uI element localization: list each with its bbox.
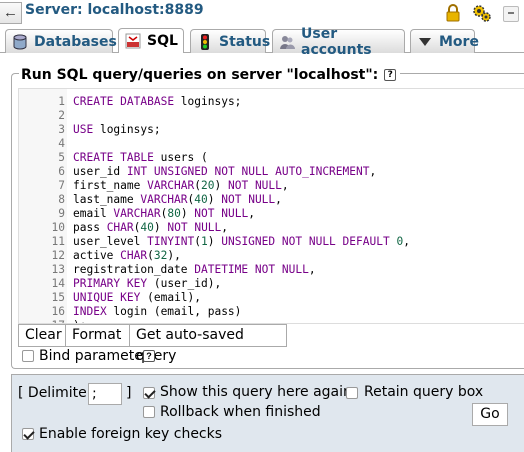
clear-button[interactable]: Clear (18, 324, 66, 347)
code-line: 6 user_id INT UNSIGNED NOT NULL AUTO_INCR… (19, 165, 524, 179)
tab-user-accounts-label: User accounts (301, 25, 372, 58)
code-text: UNIQUE KEY (email), (73, 291, 202, 304)
tab-status[interactable]: Status (190, 29, 270, 53)
tab-sql[interactable]: SQL (118, 28, 184, 53)
code-line: 10 pass CHAR(40) NOT NULL, (19, 221, 524, 235)
retain-query-box-checkbox[interactable] (346, 387, 358, 399)
code-line: 13 registration_date DATETIME NOT NULL, (19, 263, 524, 277)
database-icon (13, 34, 27, 49)
line-number: 3 (58, 123, 65, 136)
line-number: 14 (51, 277, 65, 290)
line-number: 11 (51, 235, 65, 248)
users-icon (280, 35, 295, 49)
main-tabs: Databases SQL Status User accounts More (0, 26, 524, 58)
tab-more-label: More (439, 33, 479, 50)
code-text: user_level TINYINT(1) UNSIGNED NOT NULL … (73, 235, 410, 248)
retain-query-box-label[interactable]: Retain query box (364, 384, 483, 400)
tab-sql-label: SQL (147, 33, 178, 49)
query-fieldset-legend: Run SQL query/queries on server "localho… (19, 66, 401, 84)
lock-icon[interactable] (446, 4, 460, 22)
editor-button-row: Clear Format Get auto-saved query (18, 324, 287, 364)
line-number: 10 (51, 221, 65, 234)
sql-icon (125, 33, 141, 49)
code-line: 16 INDEX login (email, pass) (19, 305, 524, 319)
help-icon[interactable]: ? (384, 69, 397, 81)
line-number: 9 (58, 207, 65, 220)
triangle-down-icon (419, 37, 431, 46)
server-breadcrumb-bar: ← Server: localhost:8889 (0, 0, 524, 27)
show-query-checkbox[interactable] (143, 387, 155, 399)
code-line: 7 first_name VARCHAR(20) NOT NULL, (19, 179, 524, 193)
delimiter-label: [ Delimiter (18, 385, 93, 401)
code-text: registration_date DATETIME NOT NULL, (73, 263, 316, 276)
code-text: user_id INT UNSIGNED NOT NULL AUTO_INCRE… (73, 165, 377, 178)
back-button[interactable]: ← (0, 2, 22, 24)
code-line: 3 USE loginsys; (19, 123, 524, 137)
code-text: USE loginsys; (73, 123, 161, 136)
code-text: last_name VARCHAR(40) NOT NULL, (73, 193, 282, 206)
query-legend-text: Run SQL query/queries on server "localho… (21, 67, 379, 83)
delimiter-bracket-close: ] (126, 385, 132, 401)
hide-toggle-icon[interactable] (503, 6, 519, 22)
code-line: 9 email VARCHAR(80) NOT NULL, (19, 207, 524, 221)
line-number: 16 (51, 305, 65, 318)
code-text: first_name VARCHAR(20) NOT NULL, (73, 179, 289, 192)
bind-parameters-checkbox[interactable] (22, 350, 34, 362)
bind-parameters-help-icon[interactable]: ? (143, 350, 155, 362)
code-line: 1 CREATE DATABASE loginsys; (19, 95, 524, 109)
sql-editor[interactable]: 1 CREATE DATABASE loginsys; 2 3 USE loginsys… (18, 88, 524, 324)
tab-status-label: Status (219, 33, 271, 50)
foreign-key-checks-checkbox[interactable] (22, 428, 34, 440)
code-line: 12 active CHAR(32), (19, 249, 524, 263)
line-number: 8 (58, 193, 65, 206)
code-text: INDEX login (email, pass) (73, 305, 242, 318)
tab-databases[interactable]: Databases (5, 29, 117, 53)
line-number: 2 (58, 109, 65, 122)
code-line: 5 CREATE TABLE users ( (19, 151, 524, 165)
tab-more[interactable]: More (410, 29, 479, 53)
line-number: 4 (58, 137, 65, 150)
code-text: pass CHAR(40) NOT NULL, (73, 221, 229, 234)
line-number: 15 (51, 291, 65, 304)
code-text: active CHAR(32), (73, 249, 181, 262)
tab-databases-label: Databases (34, 33, 117, 50)
line-number: 5 (58, 151, 65, 164)
line-number: 12 (51, 249, 65, 262)
bind-parameters-label[interactable]: Bind parameters (39, 348, 156, 364)
line-number: 13 (51, 263, 65, 276)
code-line: 15 UNIQUE KEY (email), (19, 291, 524, 305)
traffic-light-icon (201, 33, 209, 50)
code-line: 11 user_level TINYINT(1) UNSIGNED NOT NUL… (19, 235, 524, 249)
delimiter-input[interactable]: ; (88, 383, 122, 405)
foreign-key-checks-label[interactable]: Enable foreign key checks (39, 426, 222, 442)
code-line: 14 PRIMARY KEY (user_id), (19, 277, 524, 291)
line-number: 6 (58, 165, 65, 178)
code-text: PRIMARY KEY (user_id), (73, 277, 222, 290)
code-line: 4 (19, 137, 524, 151)
line-number: 1 (58, 95, 65, 108)
format-button[interactable]: Format (65, 324, 130, 347)
get-autosaved-query-button[interactable]: Get auto-saved query (129, 324, 287, 364)
server-label[interactable]: Server: localhost:8889 (25, 2, 204, 18)
code-line: 8 last_name VARCHAR(40) NOT NULL, (19, 193, 524, 207)
tab-user-accounts[interactable]: User accounts (272, 26, 405, 58)
code-line: 2 (19, 109, 524, 123)
line-number: 7 (58, 179, 65, 192)
show-query-label[interactable]: Show this query here again (160, 384, 352, 400)
code-text: CREATE DATABASE loginsys; (73, 95, 242, 108)
gears-icon[interactable] (472, 3, 492, 23)
rollback-checkbox[interactable] (143, 406, 155, 418)
rollback-label[interactable]: Rollback when finished (160, 404, 321, 420)
code-text: email VARCHAR(80) NOT NULL, (73, 207, 255, 220)
code-text: CREATE TABLE users ( (73, 151, 208, 164)
go-button[interactable]: Go (472, 403, 508, 426)
